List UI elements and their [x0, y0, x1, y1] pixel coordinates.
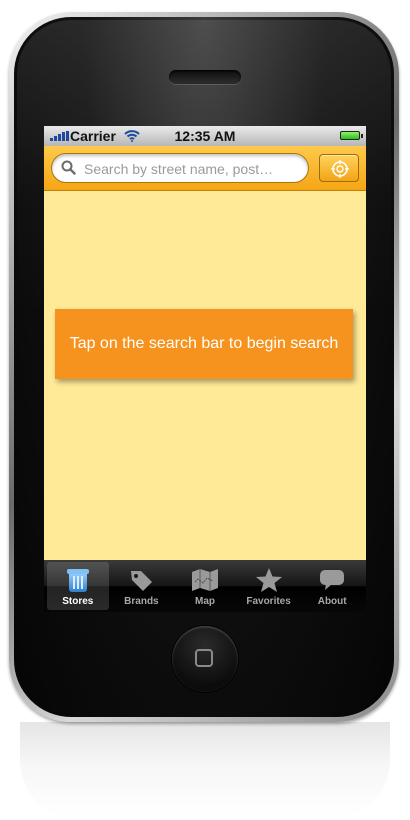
tab-bar: Stores Brands Map Favorites About: [44, 560, 366, 612]
search-hint-banner: Tap on the search bar to begin search: [55, 309, 353, 379]
tab-map[interactable]: Map: [174, 562, 236, 610]
stores-icon: [66, 565, 90, 595]
tab-about[interactable]: About: [301, 562, 363, 610]
status-time: 12:35 AM: [174, 128, 236, 144]
tab-brands[interactable]: Brands: [111, 562, 173, 610]
speech-bubble-icon: [318, 565, 346, 595]
search-toolbar: [44, 146, 366, 191]
locate-button[interactable]: [319, 154, 359, 182]
map-icon: [191, 565, 219, 595]
home-button[interactable]: [172, 626, 238, 692]
status-bar: Carrier 12:35 AM: [44, 126, 366, 146]
main-content: Tap on the search bar to begin search: [44, 191, 366, 560]
tab-label: About: [317, 596, 347, 607]
screen: Carrier 12:35 AM Search by street name, …: [44, 126, 366, 612]
crosshair-icon: [331, 160, 349, 178]
battery-icon: [340, 131, 363, 140]
search-input[interactable]: [82, 157, 306, 181]
search-hint-text: Tap on the search bar to begin search: [69, 335, 339, 352]
search-icon: [61, 160, 76, 180]
home-square-icon: [195, 649, 213, 667]
tab-stores[interactable]: Stores: [47, 562, 109, 610]
tab-favorites[interactable]: Favorites: [238, 562, 300, 610]
tab-label: Map: [194, 596, 215, 607]
tab-label: Stores: [62, 596, 94, 607]
tag-icon: [128, 565, 154, 595]
phone-reflection: [20, 722, 390, 820]
tab-label: Favorites: [246, 596, 291, 607]
tab-label: Brands: [124, 596, 159, 607]
search-field[interactable]: [51, 153, 309, 183]
star-icon: [255, 565, 283, 595]
earpiece-speaker: [169, 70, 241, 84]
